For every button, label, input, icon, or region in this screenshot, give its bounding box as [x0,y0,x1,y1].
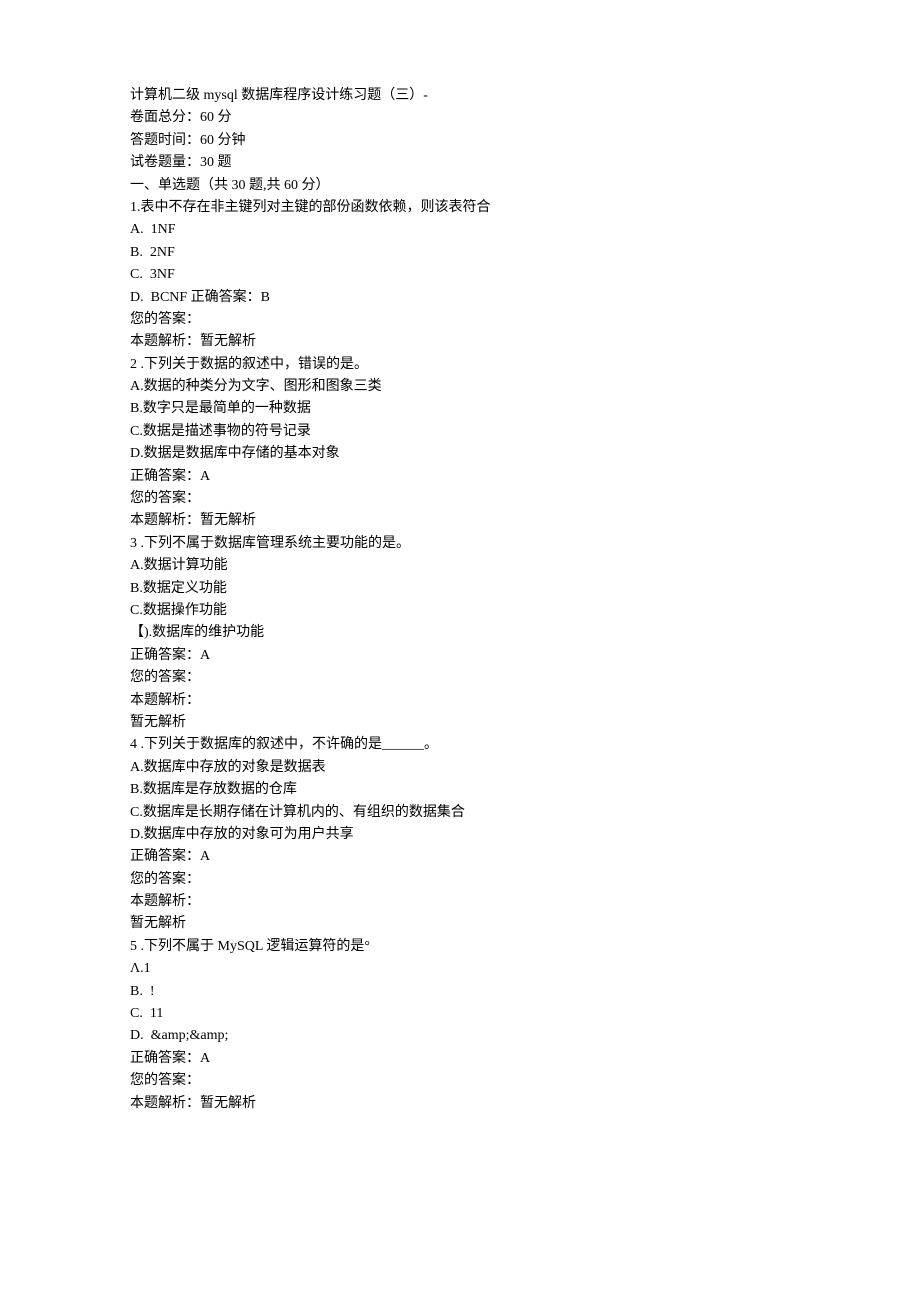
q5-option-c: C. 11 [130,1003,790,1025]
q1-option-a: A. 1NF [130,219,790,241]
q5-your-answer: 您的答案： [130,1070,790,1092]
q5-analysis: 本题解析：暂无解析 [130,1093,790,1115]
q2-correct-answer: 正确答案：A [130,466,790,488]
q4-option-b: B.数据库是存放数据的仓库 [130,779,790,801]
q1-option-c: C. 3NF [130,264,790,286]
q1-stem: 1.表中不存在非主键列对主键的部份函数依赖，则该表符合 [130,197,790,219]
q4-analysis-text: 暂无解析 [130,913,790,935]
q3-option-b: B.数据定义功能 [130,578,790,600]
q5-correct-answer: 正确答案：A [130,1048,790,1070]
q1-your-answer: 您的答案： [130,309,790,331]
q4-your-answer: 您的答案： [130,869,790,891]
section-heading: 一、单选题（共 30 题,共 60 分） [130,175,790,197]
q4-option-d: D.数据库中存放的对象可为用户共享 [130,824,790,846]
q5-option-a: Λ.1 [130,958,790,980]
q4-option-a: A.数据库中存放的对象是数据表 [130,757,790,779]
q5-option-d: D. &amp;&amp; [130,1025,790,1047]
q1-option-d: D. BCNF 正确答案：B [130,287,790,309]
q2-stem: 2 .下列关于数据的叙述中，错误的是。 [130,354,790,376]
q3-correct-answer: 正确答案：A [130,645,790,667]
q2-option-a: A.数据的种类分为文字、图形和图象三类 [130,376,790,398]
q2-your-answer: 您的答案： [130,488,790,510]
document-title: 计算机二级 mysql 数据库程序设计练习题（三）- [130,85,790,107]
q3-option-c: C.数据操作功能 [130,600,790,622]
q4-option-c: C.数据库是长期存储在计算机内的、有组织的数据集合 [130,802,790,824]
q2-option-c: C.数据是描述事物的符号记录 [130,421,790,443]
q3-analysis-text: 暂无解析 [130,712,790,734]
q4-correct-answer: 正确答案：A [130,846,790,868]
answer-time: 答题时间：60 分钟 [130,130,790,152]
q3-option-d: 【).数据库的维护功能 [130,622,790,644]
q2-option-d: D.数据是数据库中存储的基本对象 [130,443,790,465]
question-count: 试卷题量：30 题 [130,152,790,174]
q5-stem: 5 .下列不属于 MySQL 逻辑运算符的是° [130,936,790,958]
total-score: 卷面总分：60 分 [130,107,790,129]
q4-analysis-label: 本题解析： [130,891,790,913]
q1-option-b: B. 2NF [130,242,790,264]
q3-stem: 3 .下列不属于数据库管理系统主要功能的是。 [130,533,790,555]
q4-stem: 4 .下列关于数据库的叙述中，不许确的是______。 [130,734,790,756]
q5-option-b: B. ! [130,981,790,1003]
q3-option-a: A.数据计算功能 [130,555,790,577]
q3-analysis-label: 本题解析： [130,690,790,712]
q1-analysis: 本题解析：暂无解析 [130,331,790,353]
q2-option-b: B.数字只是最简单的一种数据 [130,398,790,420]
q2-analysis: 本题解析：暂无解析 [130,510,790,532]
q3-your-answer: 您的答案： [130,667,790,689]
